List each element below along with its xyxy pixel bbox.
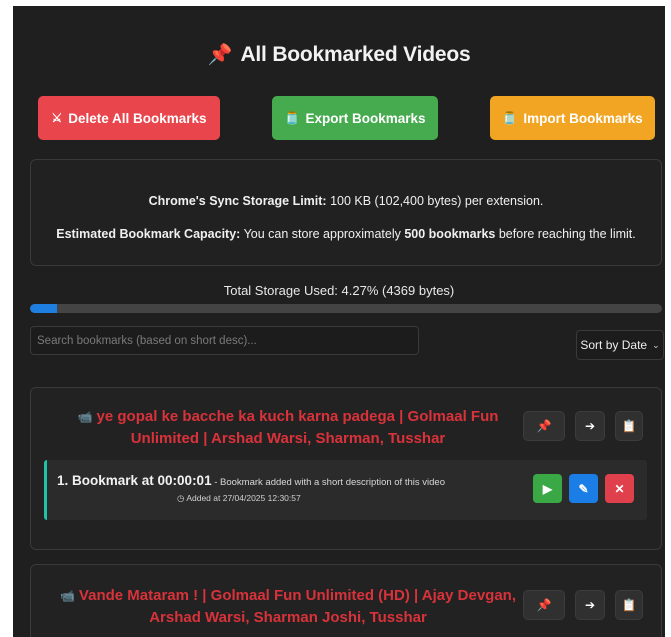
storage-limit-line: Chrome's Sync Storage Limit: 100 KB (102… [31, 194, 661, 208]
pushpin-icon: 📌 [536, 598, 552, 612]
bookmark-timestamp[interactable]: 1. Bookmark at 00:00:01 [57, 473, 212, 488]
arrow-right-icon: ➔ [584, 598, 596, 612]
pushpin-icon: 📌 [207, 44, 233, 66]
sort-selected-value: Sort by Date [580, 338, 648, 352]
storage-limit-value: 100 KB (102,400 bytes) per extension. [330, 194, 544, 208]
capacity-label: Estimated Bookmark Capacity: [56, 227, 241, 241]
bookmark-item: 1. Bookmark at 00:00:01 - Bookmark added… [44, 460, 647, 520]
bookmarks-page: 📌 All Bookmarked Videos ⚔ Delete All Boo… [13, 6, 665, 637]
arrow-right-icon: ➔ [584, 419, 596, 433]
video-icon: 📹 [77, 410, 93, 424]
capacity-count: 500 bookmarks [404, 227, 496, 241]
bookmark-added-info: ◷ Added at 27/04/2025 12:30:57 [177, 493, 301, 504]
video-title[interactable]: 📹 Vande Mataram ! | Golmaal Fun Unlimited… [43, 585, 533, 629]
search-input[interactable] [30, 326, 419, 355]
play-bookmark-button[interactable]: ▶ [533, 474, 562, 503]
close-icon: ✕ [614, 481, 625, 496]
import-bookmarks-button[interactable]: 🫙 Import Bookmarks [490, 96, 655, 140]
clipboard-icon: 📋 [621, 419, 637, 433]
export-bookmarks-button[interactable]: 🫙 Export Bookmarks [272, 96, 438, 140]
video-card: 📹 ye gopal ke bacche ka kuch karna padega… [30, 387, 662, 550]
clipboard-icon: 📋 [621, 598, 637, 612]
capacity-post: before reaching the limit. [498, 227, 636, 241]
bookmark-actions: ▶ ✎ ✕ [533, 474, 634, 503]
delete-bookmark-button[interactable]: ✕ [605, 474, 634, 503]
share-video-button[interactable]: ➔ [575, 411, 605, 441]
import-label: Import Bookmarks [523, 110, 643, 126]
pin-video-button[interactable]: 📌 [523, 590, 565, 620]
pin-video-button[interactable]: 📌 [523, 411, 565, 441]
copy-video-button[interactable]: 📋 [615, 411, 643, 441]
share-video-button[interactable]: ➔ [575, 590, 605, 620]
page-title: All Bookmarked Videos [240, 42, 471, 66]
sort-dropdown[interactable]: Sort by Date ⌄ [576, 330, 664, 360]
delete-all-label: Delete All Bookmarks [68, 110, 207, 126]
bookmark-description: - Bookmark added with a short descriptio… [211, 477, 445, 488]
video-title-text: ye gopal ke bacche ka kuch karna padega … [96, 408, 499, 447]
video-icon: 📹 [59, 589, 75, 603]
video-actions: 📌 ➔ 📋 [523, 590, 643, 620]
video-actions: 📌 ➔ 📋 [523, 411, 643, 441]
bookmark-added-date: Added at 27/04/2025 12:30:57 [186, 493, 301, 503]
pencil-icon: ✎ [578, 481, 589, 496]
storage-info-panel: Chrome's Sync Storage Limit: 100 KB (102… [30, 159, 662, 266]
page-header: 📌 All Bookmarked Videos [13, 42, 665, 67]
capacity-pre: You can store approximately [243, 227, 401, 241]
clock-icon: ◷ [177, 493, 185, 503]
bookmark-header: 1. Bookmark at 00:00:01 - Bookmark added… [57, 472, 445, 490]
capacity-line: Estimated Bookmark Capacity: You can sto… [31, 227, 661, 241]
video-title-text: Vande Mataram ! | Golmaal Fun Unlimited … [78, 587, 517, 626]
copy-video-button[interactable]: 📋 [615, 590, 643, 620]
play-icon: ▶ [542, 481, 553, 496]
storage-progress-fill [30, 304, 57, 313]
storage-usage-text: Total Storage Used: 4.27% (4369 bytes) [223, 283, 455, 298]
storage-limit-label: Chrome's Sync Storage Limit: [148, 194, 327, 208]
edit-bookmark-button[interactable]: ✎ [569, 474, 598, 503]
crossed-swords-icon: ⚔ [51, 111, 63, 125]
jar-icon: 🫙 [502, 111, 518, 125]
chevron-down-icon: ⌄ [652, 339, 660, 350]
pushpin-icon: 📌 [536, 419, 552, 433]
storage-progress-bar [30, 304, 662, 313]
export-label: Export Bookmarks [305, 110, 426, 126]
video-card: 📹 Vande Mataram ! | Golmaal Fun Unlimited… [30, 564, 662, 637]
jar-icon: 🫙 [284, 111, 300, 125]
video-title[interactable]: 📹 ye gopal ke bacche ka kuch karna padega… [43, 406, 533, 450]
delete-all-bookmarks-button[interactable]: ⚔ Delete All Bookmarks [38, 96, 220, 140]
